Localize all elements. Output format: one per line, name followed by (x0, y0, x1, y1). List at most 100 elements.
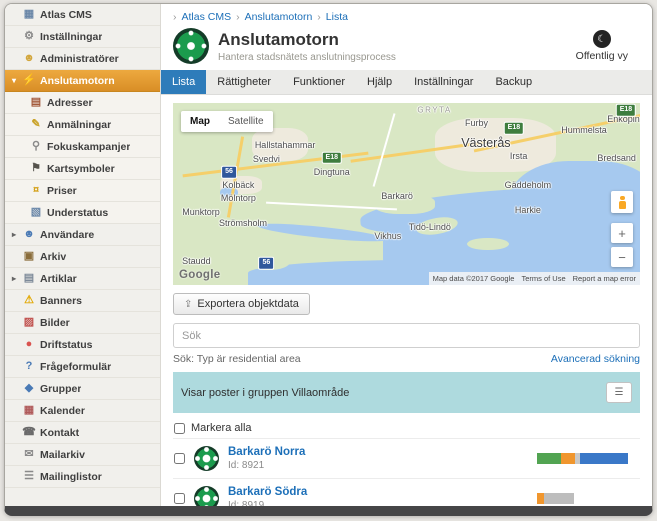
breadcrumb-separator: › (236, 11, 240, 23)
map-urban-area (252, 128, 308, 161)
terms-of-use-link[interactable]: Terms of Use (521, 274, 565, 283)
map-data-text: Map data ©2017 Google (433, 274, 515, 283)
tab-lista[interactable]: Lista (161, 70, 206, 94)
sidebar-item-anslutamotorn[interactable]: ▾⚡Anslutamotorn (5, 70, 160, 92)
zoom-out-button[interactable]: − (611, 247, 633, 267)
sidebar-item-label: Atlas CMS (40, 9, 92, 21)
sidebar-item-understatus[interactable]: ▧Understatus (5, 202, 160, 224)
select-all[interactable]: Markera alla (174, 422, 639, 434)
sidebar-item-bilder[interactable]: ▨ Bilder (5, 312, 160, 334)
sidebar-item-label: Fokuskampanjer (47, 141, 130, 153)
sidebar-item-installningar[interactable]: ⚙Inställningar (5, 26, 160, 48)
gear-icon: ⚙ (22, 31, 36, 42)
row-checkbox[interactable] (174, 453, 185, 464)
row-title-link[interactable]: Barkarö Södra (228, 486, 307, 498)
tab-backup[interactable]: Backup (484, 70, 543, 94)
tab-installningar[interactable]: Inställningar (403, 70, 484, 94)
admin-user-icon: ☻ (22, 53, 36, 64)
map-attribution: Map data ©2017 Google Terms of Use Repor… (429, 272, 640, 285)
sidebar-item-label: Understatus (47, 207, 108, 219)
sidebar-item-priser[interactable]: ¤Priser (5, 180, 160, 202)
module-icon: ⚡ (22, 75, 36, 86)
pegman-control[interactable] (611, 191, 633, 213)
row-title-link[interactable]: Barkarö Norra (228, 446, 305, 458)
group-icon (194, 446, 219, 471)
zoom-in-button[interactable]: + (611, 223, 633, 243)
sidebar-item-kalender[interactable]: ▦Kalender (5, 400, 160, 422)
result-list: Barkarö Norra Id: 8921 Barkarö SödraId: 89… (173, 438, 640, 506)
sidebar-item-driftstatus[interactable]: ● Driftstatus (5, 334, 160, 356)
group-banner-text: Visar poster i gruppen Villaområde (181, 387, 349, 399)
status-bar-segment (537, 453, 561, 464)
tab-hjalp[interactable]: Hjälp (356, 70, 403, 94)
sidebar-item-artiklar[interactable]: ▸ ▤ Artiklar (5, 268, 160, 290)
breadcrumb-item-atlas-cms[interactable]: Atlas CMS (182, 11, 232, 23)
status-bar (537, 453, 637, 464)
group-icon (194, 486, 219, 506)
sidebar-item-arkiv[interactable]: ▣Arkiv (5, 246, 160, 268)
search-input[interactable] (173, 323, 640, 348)
tab-funktioner[interactable]: Funktioner (282, 70, 356, 94)
page-titles: Anslutamotorn Hantera stadsnätets anslut… (218, 30, 396, 63)
map-type-satellite-button[interactable]: Satellite (219, 111, 273, 132)
row-checkbox[interactable] (174, 493, 185, 504)
sidebar-item-kartsymboler[interactable]: ⚑Kartsymboler (5, 158, 160, 180)
image-icon: ▨ (22, 317, 36, 328)
sidebar-item-adresser[interactable]: ▤Adresser (5, 92, 160, 114)
shield-icon: ◆ (22, 383, 36, 394)
pencil-icon: ✎ (29, 119, 43, 130)
breadcrumb-item-anslutamotorn[interactable]: Anslutamotorn (245, 11, 313, 23)
google-logo: Google (179, 269, 220, 281)
sidebar-item-grupper[interactable]: ◆ Grupper (5, 378, 160, 400)
row-text: Barkarö SödraId: 8919 (228, 486, 307, 506)
advanced-search-link[interactable]: Avancerad sökning (551, 353, 640, 365)
sidebar-item-label: Mailarkiv (40, 449, 85, 461)
sidebar-item-label: Driftstatus (40, 339, 93, 351)
sidebar-item-frageformular[interactable]: ?Frågeformulär (5, 356, 160, 378)
breadcrumb-item-lista[interactable]: Lista (326, 11, 348, 23)
public-view-button[interactable]: ☾ Offentlig vy (570, 29, 634, 63)
chevron-right-icon: ▸ (10, 274, 18, 283)
module-logo-icon (173, 28, 209, 64)
envelope-icon: ✉ (22, 449, 36, 460)
calendar-icon: ▦ (22, 405, 36, 416)
list-view-button[interactable]: ☰ (606, 382, 632, 403)
content-area: GRYTAFurbyHummelstaEnköpingHallstahammar… (161, 95, 652, 506)
active-filter-text: Sök: Typ är residential area (173, 353, 301, 365)
status-bar-segment (580, 453, 628, 464)
status-bar-segment (561, 453, 575, 464)
sidebar-item-mailinglistor[interactable]: ☰Mailinglistor (5, 466, 160, 488)
status-dot-icon: ● (22, 339, 36, 350)
group-banner: Visar poster i gruppen Villaområde ☰ (173, 372, 640, 413)
sidebar-item-label: Priser (47, 185, 77, 197)
map-water (220, 187, 239, 198)
select-all-checkbox[interactable] (174, 423, 185, 434)
sidebar-item-label: Bilder (40, 317, 70, 329)
row-id: Id: 8921 (228, 460, 305, 471)
sidebar-item-fokuskampanjer[interactable]: ⚲Fokuskampanjer (5, 136, 160, 158)
sidebar-item-anvandare[interactable]: ▸☻Användare (5, 224, 160, 246)
sidebar-item-mailarkiv[interactable]: ✉ Mailarkiv (5, 444, 160, 466)
sidebar-item-label: Artiklar (40, 273, 77, 285)
sidebar-item-label: Adresser (47, 97, 93, 109)
app-grid-icon: ▦ (22, 9, 36, 20)
page-subtitle: Hantera stadsnätets anslutningsprocess (218, 52, 396, 63)
status-bar (537, 493, 637, 504)
sidebar-item-atlas-cms[interactable]: ▦ Atlas CMS (5, 4, 160, 26)
tab-rattigheter[interactable]: Rättigheter (206, 70, 282, 94)
warning-triangle-icon: ⚠ (22, 295, 36, 306)
export-button[interactable]: ⇪ Exportera objektdata (173, 293, 310, 315)
articles-icon: ▤ (22, 273, 36, 284)
public-view-icon: ☾ (593, 30, 611, 48)
pegman-icon (618, 196, 627, 209)
sidebar-item-label: Grupper (40, 383, 81, 395)
map-type-map-button[interactable]: Map (181, 111, 219, 132)
sidebar-item-administratorer[interactable]: ☻Administratörer (5, 48, 160, 70)
sidebar-item-anmalningar[interactable]: ✎Anmälningar (5, 114, 160, 136)
list-lines-icon: ☰ (22, 471, 36, 482)
map[interactable]: GRYTAFurbyHummelstaEnköpingHallstahammar… (173, 103, 640, 285)
report-map-error-link[interactable]: Report a map error (573, 274, 636, 283)
sidebar-item-kontakt[interactable]: ☎Kontakt (5, 422, 160, 444)
sidebar-item-banners[interactable]: ⚠Banners (5, 290, 160, 312)
map-island (374, 194, 435, 214)
